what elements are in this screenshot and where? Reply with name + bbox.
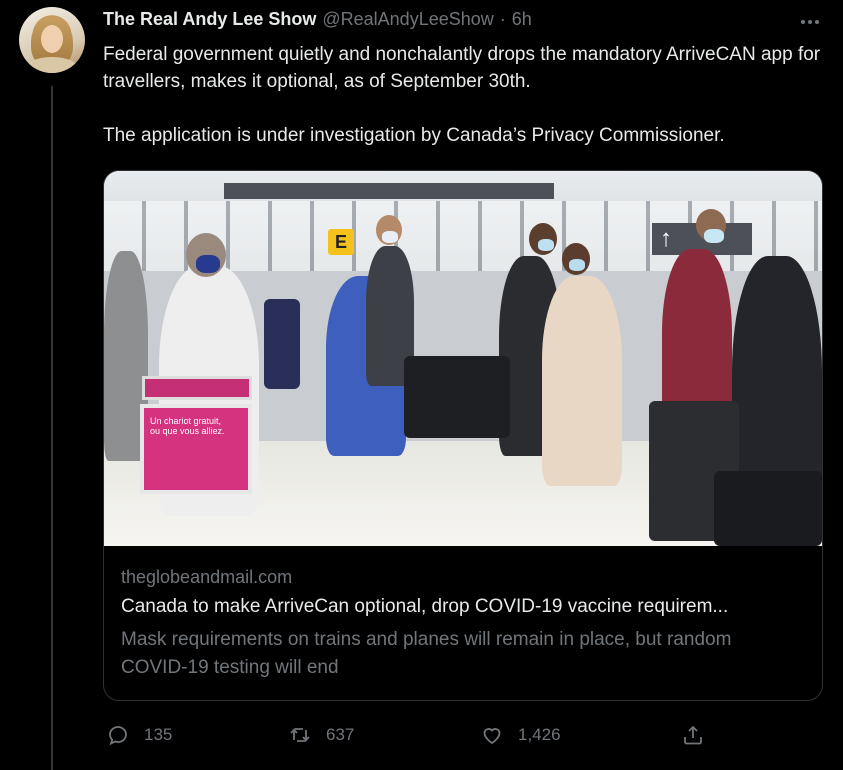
retweet-button[interactable]: 637 [288,720,354,750]
tweet-text: Federal government quietly and nonchalan… [103,41,823,149]
image-face-mask [704,229,724,243]
image-overhead-sign [224,183,554,199]
like-count: 1,426 [518,725,561,744]
more-horizontal-icon [815,20,819,24]
link-card[interactable]: ↑ E Un chariot gratuit, ou que vous alli… [103,170,823,701]
image-cart-sign-top [142,376,252,400]
image-cart-sign: Un chariot gratuit, ou que vous alliez. [140,404,252,494]
image-cart-text: Un chariot gratuit, ou que vous alliez. [150,416,225,436]
image-gate-sign: E [328,229,354,255]
author-name[interactable]: The Real Andy Lee Show [103,9,316,30]
retweet-count: 637 [326,725,355,744]
author-handle[interactable]: @RealAndyLeeShow [322,9,493,30]
card-domain: theglobeandmail.com [121,567,293,587]
tweet-text-paragraph: Federal government quietly and nonchalan… [103,44,821,92]
card-title[interactable]: Canada to make ArriveCan optional, drop … [121,596,811,618]
card-image[interactable]: ↑ E Un chariot gratuit, ou que vous alli… [104,171,822,546]
image-face-mask [196,255,220,273]
image-suitcase [714,471,822,546]
tweet-header: The Real Andy Lee Show @RealAndyLeeShow … [103,9,532,33]
thread-line [51,86,53,770]
image-face-mask [382,231,398,243]
tweet-text-paragraph: The application is under investigation b… [103,125,725,146]
avatar-face [41,25,63,53]
share-upload-icon [684,725,702,745]
image-person [542,276,622,486]
retweet-arrows-icon [290,728,310,742]
image-suitcase [404,356,510,438]
reply-button[interactable]: 135 [106,720,172,750]
image-face-mask [538,239,554,251]
reply-count: 135 [144,725,173,744]
avatar-shoulders [25,57,79,73]
heart-icon [483,728,501,745]
reply-bubble-icon [109,726,127,746]
more-options-button[interactable] [795,12,825,32]
tweet-timestamp[interactable]: 6h [512,9,532,30]
more-horizontal-icon [808,20,812,24]
share-button[interactable] [681,720,705,750]
tweet-actions: 135 637 1,426 [103,720,823,750]
avatar[interactable] [19,7,85,73]
like-button[interactable]: 1,426 [480,720,561,750]
more-horizontal-icon [801,20,805,24]
image-suitcase [264,299,300,389]
image-face-mask [569,259,585,271]
header-separator: · [499,9,506,29]
card-description: Mask requirements on trains and planes w… [121,629,732,678]
